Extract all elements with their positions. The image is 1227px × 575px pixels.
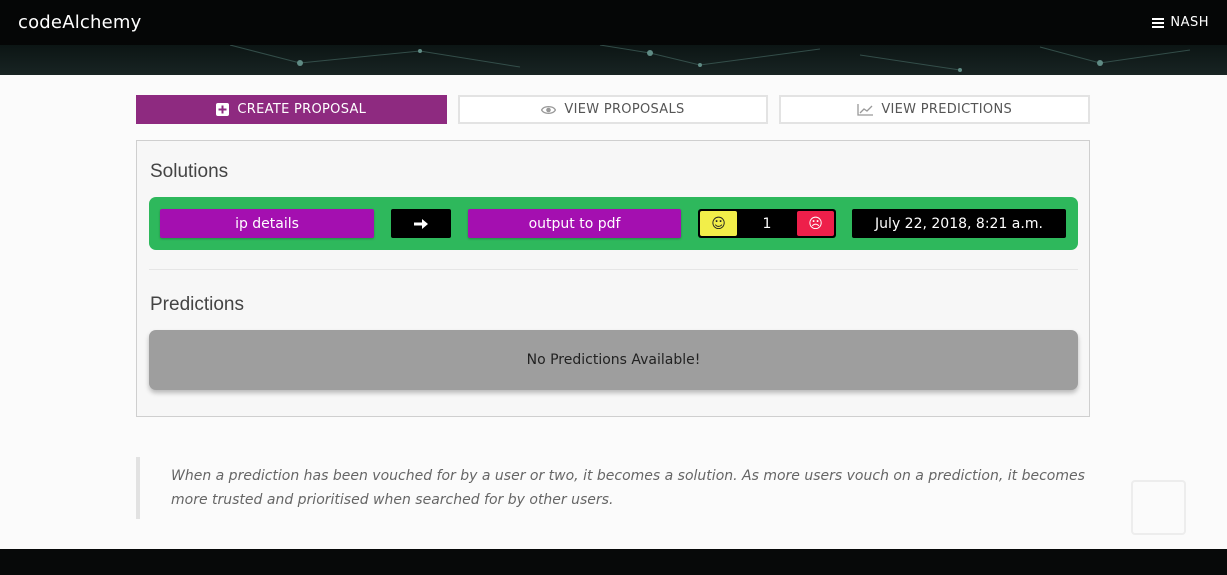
solutions-heading: Solutions (150, 161, 229, 182)
arrow-right-icon (391, 209, 451, 238)
network-banner (0, 45, 1227, 75)
solution-target[interactable]: output to pdf (468, 209, 681, 238)
predictions-heading: Predictions (150, 294, 244, 315)
vote-control: ☺ 1 ☹ (698, 209, 836, 238)
proposal-card: Solutions ip details output to pdf ☺ 1 ☹… (136, 140, 1090, 417)
empty-message: No Predictions Available! (526, 352, 701, 368)
info-blockquote: When a prediction has been vouched for b… (136, 457, 1090, 519)
tab-create-proposal[interactable]: CREATE PROPOSAL (136, 95, 447, 124)
floating-widget[interactable] (1131, 480, 1186, 535)
plus-square-icon (216, 103, 230, 116)
section-divider (149, 269, 1078, 270)
predictions-empty-state: No Predictions Available! (149, 330, 1078, 390)
top-navbar: codeAlchemy NASH (0, 0, 1227, 45)
downvote-button[interactable]: ☹ (797, 211, 834, 236)
tab-view-predictions[interactable]: VIEW PREDICTIONS (779, 95, 1091, 124)
line-chart-icon (857, 103, 874, 116)
tab-view-proposals[interactable]: VIEW PROPOSALS (457, 95, 769, 124)
hamburger-icon[interactable] (1152, 17, 1165, 28)
action-tabs: CREATE PROPOSAL VIEW PROPOSALS VIEW PRED… (136, 95, 1091, 124)
solution-date: July 22, 2018, 8:21 a.m. (852, 209, 1066, 238)
main-content: CREATE PROPOSAL VIEW PROPOSALS VIEW PRED… (0, 75, 1227, 549)
user-name[interactable]: NASH (1170, 15, 1209, 30)
eye-icon (541, 105, 557, 115)
tab-label: VIEW PREDICTIONS (881, 102, 1013, 117)
tab-label: VIEW PROPOSALS (564, 102, 685, 117)
brand-logo[interactable]: codeAlchemy (18, 12, 142, 33)
user-menu[interactable]: NASH (1152, 15, 1209, 30)
frown-icon: ☹ (808, 215, 823, 232)
tab-label: CREATE PROPOSAL (237, 102, 367, 117)
solution-row: ip details output to pdf ☺ 1 ☹ July 22, … (149, 197, 1078, 250)
upvote-button[interactable]: ☺ (700, 211, 737, 236)
footer-bar (0, 549, 1227, 575)
vote-count: 1 (762, 215, 772, 232)
solution-source[interactable]: ip details (160, 209, 374, 238)
smile-icon: ☺ (711, 215, 726, 232)
